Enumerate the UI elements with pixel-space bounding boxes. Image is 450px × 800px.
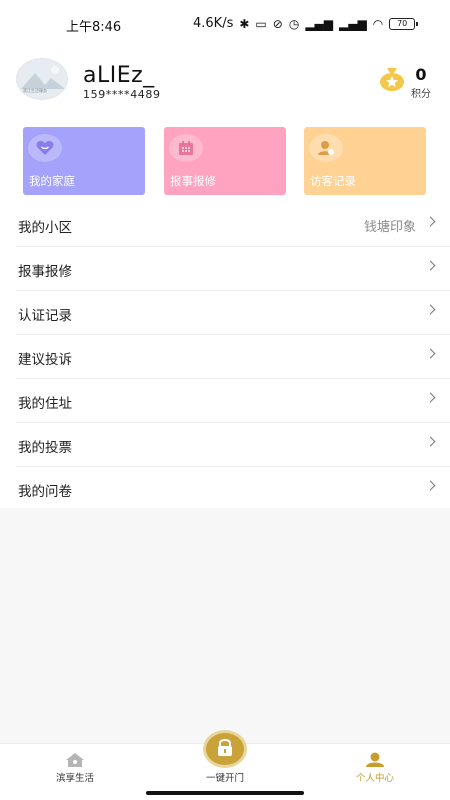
tab-personal-center[interactable]: 个人中心 (325, 744, 425, 800)
home-indicator (146, 791, 304, 795)
status-icons: 4.6K/s ✱ ▭ ⊘ ◷ ▂▄▆ ▂▄▆ ◠ 70 (193, 16, 419, 31)
person-icon (365, 752, 385, 768)
tab-home[interactable]: 滨享生活 (25, 744, 125, 800)
menu-item-suggestions[interactable]: 建议投诉 (16, 335, 450, 379)
wifi-icon: ◠ (372, 16, 384, 31)
tab-home-label: 滨享生活 (55, 773, 94, 784)
menu-item-label: 我的投票 (18, 440, 72, 456)
mute-icon: ⊘ (272, 16, 283, 31)
chevron-right-icon (425, 260, 436, 271)
alarm-icon: ◷ (288, 16, 300, 31)
menu-item-label: 报事报修 (18, 264, 72, 280)
chevron-right-icon (425, 392, 436, 403)
chevron-right-icon (425, 348, 436, 359)
points-value[interactable]: 0 (414, 65, 428, 84)
network-speed: 4.6K/s (193, 16, 234, 31)
money-bag-icon[interactable] (378, 65, 406, 91)
my-family-label: 我的家庭 (29, 174, 75, 188)
calendar-icon (169, 134, 203, 162)
points-label: 积分 (411, 89, 431, 100)
community-value: 钱塘印象 (363, 220, 416, 235)
visitor-records-label: 访客记录 (310, 174, 356, 188)
status-bar: 上午8:46 4.6K/s ✱ ▭ ⊘ ◷ ▂▄▆ ▂▄▆ ◠ 70 (0, 0, 450, 48)
menu-item-label: 我的小区 (18, 220, 72, 236)
chevron-right-icon (425, 436, 436, 447)
username: aLIEz_ (83, 63, 155, 88)
menu-item-my-surveys[interactable]: 我的问卷 (16, 467, 450, 511)
heart-icon (28, 134, 62, 162)
chevron-right-icon (425, 480, 436, 491)
home-icon (65, 752, 85, 768)
avatar[interactable]: 滨江生活服务 (16, 58, 68, 100)
tab-me-label: 个人中心 (355, 773, 394, 784)
vibrate-icon: ▭ (255, 16, 267, 31)
menu-item-label: 我的住址 (18, 396, 72, 412)
unlock-button[interactable] (203, 730, 247, 768)
battery-icon: 70 (389, 17, 419, 30)
my-family-card[interactable]: 我的家庭 (23, 127, 145, 195)
phone-number: 159****4489 (83, 88, 161, 101)
user-icon (309, 134, 343, 162)
signal-2-icon: ▂▄▆ (339, 16, 367, 31)
chevron-right-icon (425, 304, 436, 315)
repair-report-card[interactable]: 报事报修 (164, 127, 286, 195)
tab-open-label: 一键开门 (205, 773, 244, 784)
menu-item-label: 我的问卷 (18, 484, 72, 500)
status-time: 上午8:46 (66, 20, 122, 35)
signal-icon: ▂▄▆ (305, 16, 333, 31)
menu-list: 我的小区 钱塘印象 报事报修 认证记录 建议投诉 我的住址 我的投票 我的问卷 (0, 203, 450, 511)
repair-report-label: 报事报修 (170, 174, 216, 188)
menu-item-label: 认证记录 (18, 308, 72, 324)
chevron-right-icon (425, 216, 436, 227)
visitor-records-card[interactable]: 访客记录 (304, 127, 426, 195)
lock-icon (216, 737, 234, 761)
menu-item-label: 建议投诉 (18, 352, 72, 368)
menu-item-verification-records[interactable]: 认证记录 (16, 291, 450, 335)
menu-item-repair-report[interactable]: 报事报修 (16, 247, 450, 291)
avatar-caption: 滨江生活服务 (23, 88, 47, 93)
menu-item-my-community[interactable]: 我的小区 钱塘印象 (16, 203, 450, 247)
menu-item-my-votes[interactable]: 我的投票 (16, 423, 450, 467)
profile-header: 滨江生活服务 aLIEz_ 159****4489 0 积分 (16, 58, 436, 106)
bluetooth-icon: ✱ (239, 16, 250, 31)
menu-item-my-address[interactable]: 我的住址 (16, 379, 450, 423)
